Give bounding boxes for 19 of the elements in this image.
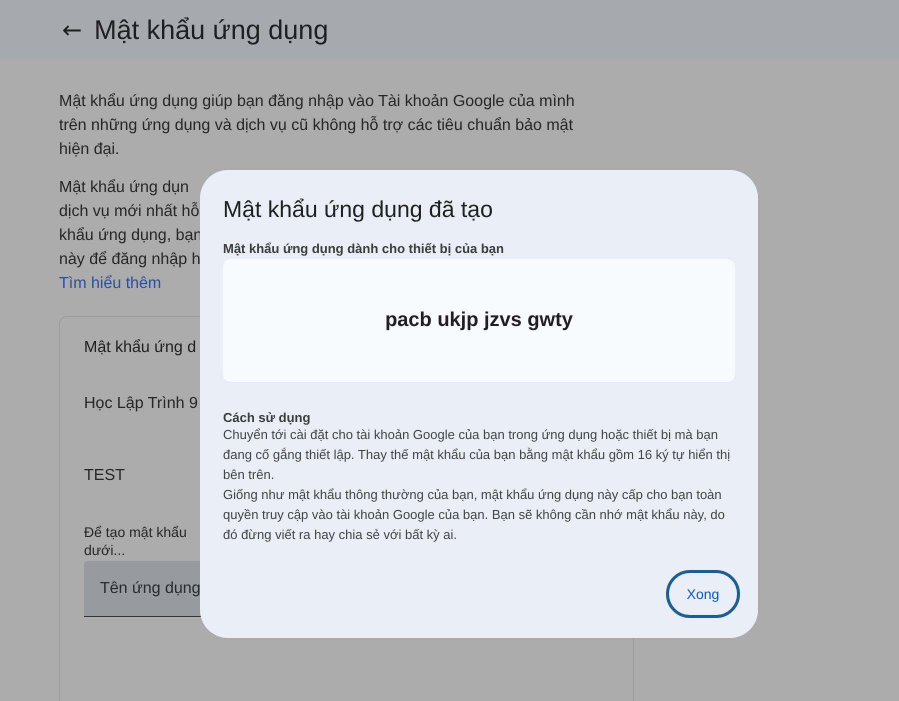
intro-text: Mật khẩu ứng dụng giúp bạn đăng nhập vào Tài khoản Google của mình trên những ứng dụng và dịch vụ cũ không hỗ trợ các tiêu chuẩn bảo mật hiện đại. xyxy=(59,92,576,160)
usage-text: Giống như mật khẩu thông thường của bạn, mật khẩu ứng dụng này cấp cho bạn toàn quyền truy cập vào tài khoản Google của bạn. Bạn sẽ không cần nhớ mật khẩu này, do đó đừng viết ra hay chia sẻ với bất kỳ ai. xyxy=(223,486,726,544)
hint-text-line: Để tạo mật khẩu xyxy=(84,523,187,541)
app-name: TEST xyxy=(84,467,125,485)
generated-password: pacb ukjp jzvs gwty xyxy=(385,309,573,332)
page-title: Mật khẩu ứng dụng xyxy=(94,14,328,46)
dialog-title: Mật khẩu ứng dụng đã tạo xyxy=(223,196,493,223)
hint-text-line: dưới... xyxy=(84,541,126,559)
password-label: Mật khẩu ứng dụng dành cho thiết bị của bạn xyxy=(223,241,504,256)
usage-heading: Cách sử dụng xyxy=(223,410,310,425)
learn-more-link[interactable]: Tìm hiểu thêm xyxy=(59,272,162,296)
intro-text-line: dịch vụ mới nhất hỗ xyxy=(59,201,200,222)
usage-text: Chuyển tới cài đặt cho tài khoản Google của bạn trong ứng dụng hoặc thiết bị mà bạn đang cố gắng thiết lập. Thay thế mật khẩu của bạn bằng mật khẩu gồm 16 ký tự hiển thị bên trên. xyxy=(223,426,732,484)
back-button[interactable]: ← xyxy=(58,16,86,44)
intro-text-line: này để đăng nhập h xyxy=(59,250,200,270)
intro-text-line: Mật khẩu ứng dụn xyxy=(59,178,189,198)
done-button[interactable]: Xong xyxy=(666,570,740,618)
app-name: Học Lập Trình 9 xyxy=(84,395,198,413)
card-heading: Mật khẩu ứng d xyxy=(84,339,196,357)
